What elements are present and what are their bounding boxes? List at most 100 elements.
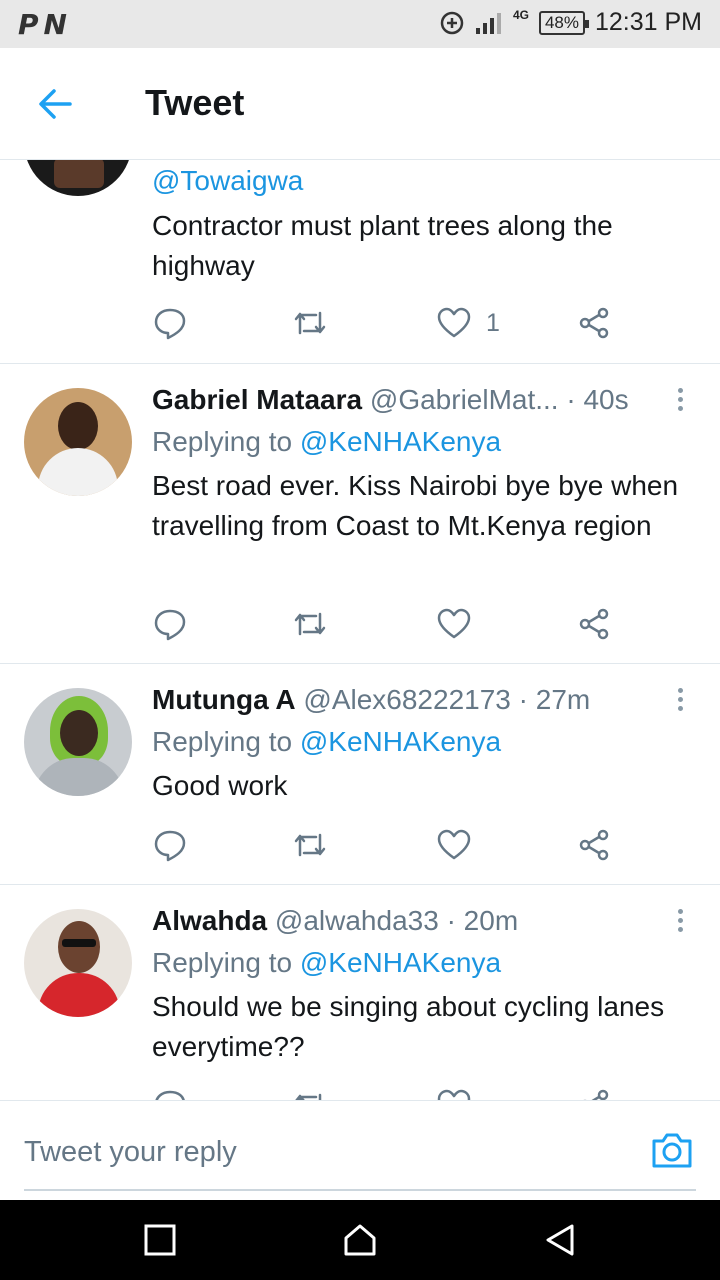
page-title: Tweet	[145, 82, 245, 123]
back-icon	[546, 1224, 574, 1256]
like-count: 1	[486, 308, 500, 337]
system-navigation-bar	[0, 1200, 720, 1280]
reply-input[interactable]	[24, 1129, 584, 1175]
tweet-text: Best road ever. Kiss Nairobi bye bye whe…	[152, 470, 679, 541]
tweet-handle[interactable]: @Towaigwa	[152, 165, 303, 197]
author-handle[interactable]: @alwahda33	[275, 905, 439, 936]
share-button[interactable]	[576, 825, 612, 865]
mention-link[interactable]: @KeNHAKenya	[300, 947, 501, 978]
avatar[interactable]	[24, 688, 132, 796]
tweet-time: · 20m	[446, 905, 519, 936]
share-icon	[579, 307, 609, 339]
tweet-actions	[152, 1085, 632, 1100]
back-arrow-icon	[39, 89, 72, 119]
reply-icon	[154, 830, 186, 862]
mention-link[interactable]: @KeNHAKenya	[300, 726, 501, 757]
reply-button[interactable]	[152, 1085, 188, 1100]
replies-feed[interactable]: @Towaigwa Contractor must plant trees al…	[0, 160, 720, 1100]
author-handle[interactable]: @Alex68222173	[303, 684, 510, 715]
more-options-button[interactable]	[670, 384, 690, 420]
more-icon	[677, 688, 683, 693]
reply-composer	[0, 1100, 720, 1200]
tweet-text: Should we be singing about cycling lanes…	[152, 991, 665, 1062]
like-icon	[437, 307, 471, 338]
reply-button[interactable]	[152, 604, 188, 644]
camera-button[interactable]	[650, 1129, 694, 1171]
author-name[interactable]: Gabriel Mataara	[152, 384, 362, 415]
home-button[interactable]	[342, 1222, 378, 1258]
like-icon	[437, 1089, 471, 1100]
recents-button[interactable]	[142, 1222, 178, 1258]
system-icons: 4G 48% 12:31 PM	[439, 8, 702, 37]
author-name[interactable]: Alwahda	[152, 905, 267, 936]
reply-button[interactable]	[152, 303, 188, 343]
like-button[interactable]	[436, 825, 472, 865]
retweet-button[interactable]	[292, 303, 328, 343]
replying-prefix: Replying to	[152, 426, 300, 457]
tweet-text: Contractor must plant trees along the hi…	[152, 210, 613, 281]
like-icon	[437, 829, 471, 860]
retweet-icon	[295, 1093, 322, 1100]
mention-link[interactable]: @KeNHAKenya	[300, 426, 501, 457]
tweet-item[interactable]: Gabriel Mataara @GabrielMat... · 40s Rep…	[0, 364, 720, 664]
tweet-time: · 27m	[518, 684, 591, 715]
more-options-button[interactable]	[670, 684, 690, 720]
reply-icon	[155, 1090, 185, 1100]
like-button[interactable]: 1	[436, 303, 500, 343]
share-icon	[579, 829, 609, 861]
recents-icon	[144, 1224, 176, 1256]
tweet-actions	[152, 825, 632, 865]
reply-icon	[154, 308, 186, 340]
avatar[interactable]	[24, 909, 132, 1017]
home-icon	[344, 1224, 376, 1256]
back-button[interactable]	[32, 82, 80, 126]
camera-icon	[652, 1133, 692, 1168]
reply-button[interactable]	[152, 825, 188, 865]
app-header: Tweet	[0, 48, 720, 160]
tweet-header: Mutunga A @Alex68222173 · 27m	[152, 684, 700, 716]
tweet-time: · 40s	[566, 384, 629, 415]
share-button[interactable]	[576, 1085, 612, 1100]
author-name[interactable]: Mutunga A	[152, 684, 296, 715]
retweet-icon	[294, 833, 326, 857]
tweet-text: Good work	[152, 770, 288, 801]
network-type: 4G	[512, 7, 529, 22]
retweet-icon	[294, 612, 326, 636]
n-app-icon: N	[43, 8, 67, 41]
input-underline	[24, 1189, 696, 1191]
tweet-actions: 1	[152, 303, 632, 343]
avatar[interactable]	[24, 388, 132, 496]
tweet-header: Alwahda @alwahda33 · 20m	[152, 905, 700, 937]
tweet-item[interactable]: Alwahda @alwahda33 · 20m Replying to @Ke…	[0, 885, 720, 1100]
like-button[interactable]	[436, 1085, 472, 1100]
p-app-icon: P	[18, 8, 39, 41]
avatar[interactable]	[24, 160, 132, 196]
retweet-button[interactable]	[292, 604, 328, 644]
notification-icons: P N	[18, 8, 67, 41]
battery-indicator: 48%	[538, 10, 590, 35]
share-icon	[579, 608, 609, 640]
share-button[interactable]	[576, 604, 612, 644]
replying-to: Replying to @KeNHAKenya	[152, 426, 501, 458]
replying-to: Replying to @KeNHAKenya	[152, 947, 501, 979]
more-icon	[677, 388, 683, 393]
tweet-actions	[152, 604, 632, 644]
tweet-item[interactable]: Mutunga A @Alex68222173 · 27m Replying t…	[0, 664, 720, 885]
like-icon	[437, 608, 471, 639]
share-icon	[583, 1089, 609, 1100]
tweet-partial[interactable]: @Towaigwa Contractor must plant trees al…	[0, 160, 720, 364]
like-button[interactable]	[436, 604, 472, 644]
replying-prefix: Replying to	[152, 726, 300, 757]
more-icon	[677, 909, 683, 914]
tweet-header: Gabriel Mataara @GabrielMat... · 40s	[152, 384, 700, 416]
retweet-button[interactable]	[292, 1085, 328, 1100]
more-options-button[interactable]	[670, 905, 690, 941]
share-button[interactable]	[576, 303, 612, 343]
retweet-icon	[294, 311, 326, 335]
system-back-button[interactable]	[542, 1222, 578, 1258]
retweet-button[interactable]	[292, 825, 328, 865]
clock: 12:31 PM	[594, 8, 702, 36]
reply-icon	[154, 609, 186, 641]
author-handle[interactable]: @GabrielMat...	[370, 384, 559, 415]
replying-to: Replying to @KeNHAKenya	[152, 726, 501, 758]
